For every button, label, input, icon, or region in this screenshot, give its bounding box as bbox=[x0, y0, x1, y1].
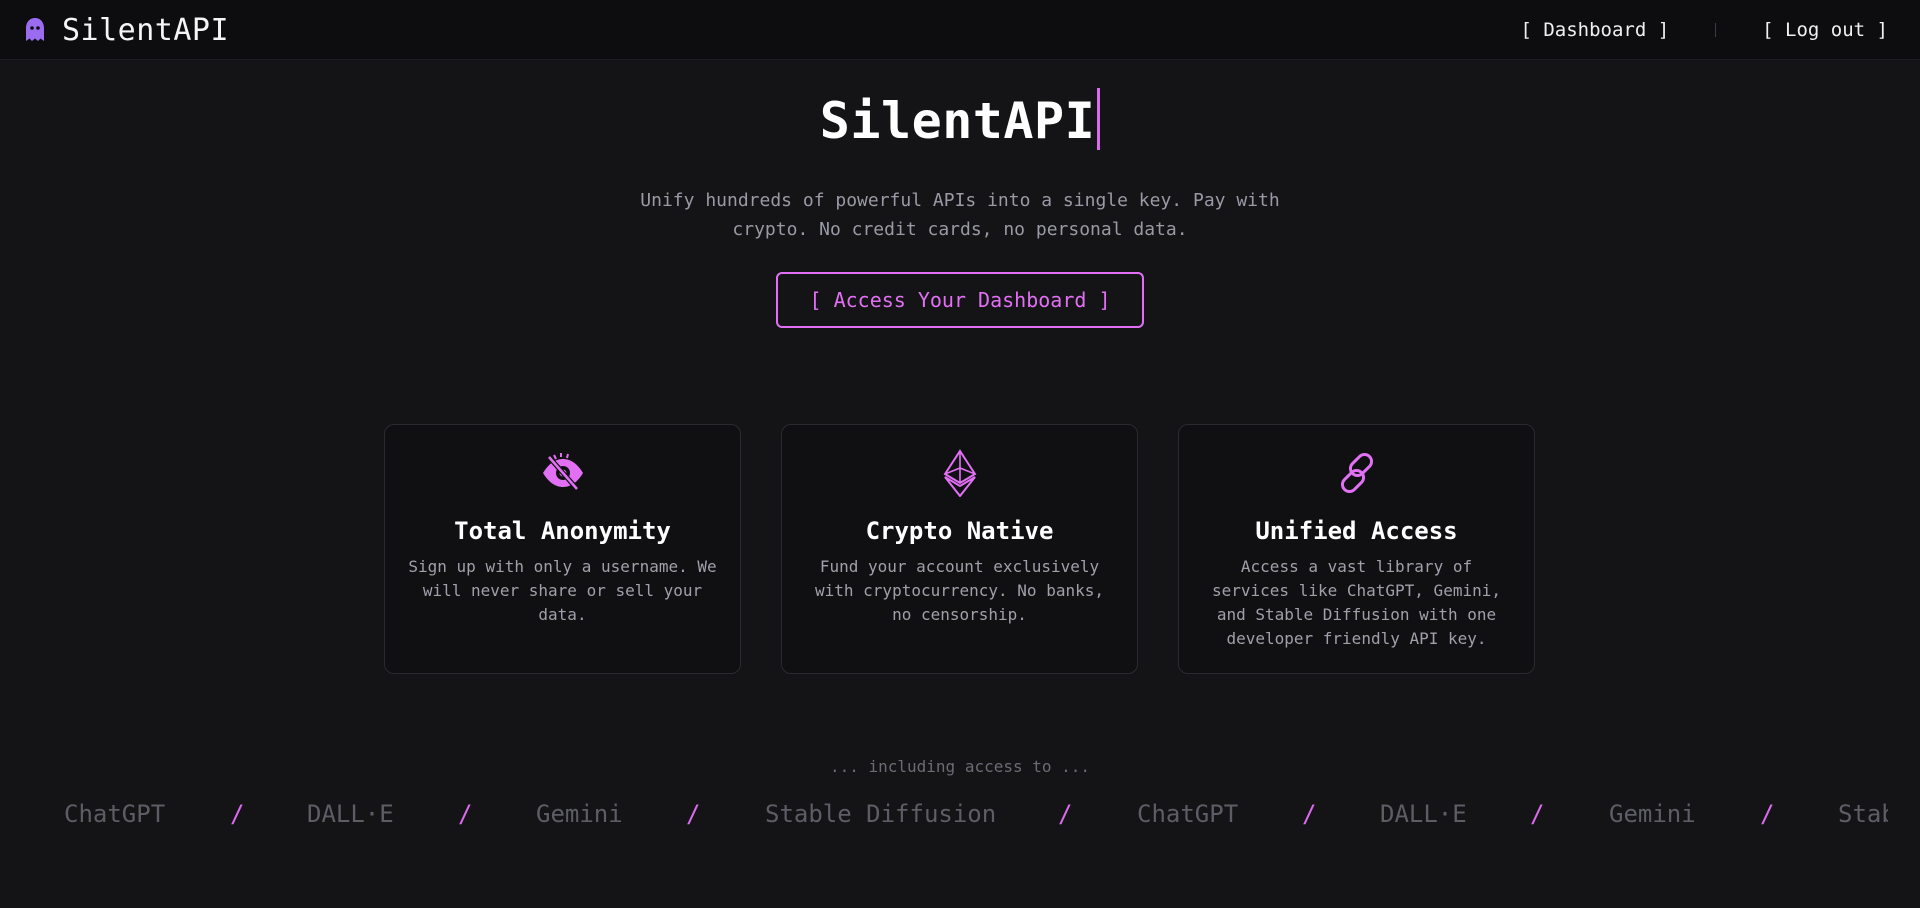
feature-description: Fund your account exclusively with crypt… bbox=[815, 557, 1104, 624]
ticker-separator: / bbox=[1760, 800, 1775, 828]
ghost-icon bbox=[26, 18, 44, 41]
ticker-item: Gemini bbox=[1609, 800, 1696, 828]
feature-title: Total Anonymity bbox=[454, 517, 671, 545]
ticker-item: Gemini bbox=[536, 800, 623, 828]
ticker-separator: / bbox=[1302, 800, 1317, 828]
feature-title: Unified Access bbox=[1255, 517, 1458, 545]
ticker-separator: / bbox=[458, 800, 473, 828]
hero-subtitle-line-2: crypto. No credit cards, no personal dat… bbox=[732, 219, 1188, 240]
ticker-separator: / bbox=[230, 800, 245, 828]
hero-title: SilentAPI bbox=[0, 88, 1920, 150]
feature-card-unified: Unified Access Access a vast library of … bbox=[1178, 424, 1535, 674]
ticker-item: Stable Diffusion bbox=[765, 800, 997, 828]
ticker-separator: / bbox=[686, 800, 701, 828]
feature-card-anonymity: Total Anonymity Sign up with only a user… bbox=[384, 424, 741, 674]
ticker-separator: / bbox=[1058, 800, 1073, 828]
brand-logo-link[interactable]: SilentAPI bbox=[24, 12, 229, 48]
ethereum-icon bbox=[943, 449, 976, 497]
link-icon bbox=[1340, 452, 1373, 494]
ticker-item: ChatGPT bbox=[1137, 800, 1239, 828]
hero-subtitle-line-1: Unify hundreds of powerful APIs into a s… bbox=[640, 190, 1280, 211]
typing-caret bbox=[1097, 88, 1101, 150]
nav-divider bbox=[1715, 23, 1717, 37]
including-access-label: ... including access to ... bbox=[829, 757, 1091, 776]
ticker-item: DALL·E bbox=[1380, 800, 1467, 828]
feature-description: Sign up with only a username. We will ne… bbox=[408, 557, 717, 624]
feature-title: Crypto Native bbox=[865, 517, 1054, 545]
eye-slash-icon bbox=[542, 453, 583, 491]
brand-name: SilentAPI bbox=[62, 12, 230, 48]
nav-links: [ Dashboard ] [ Log out ] bbox=[1520, 0, 1888, 60]
top-navbar: SilentAPI [ Dashboard ] [ Log out ] bbox=[0, 0, 1920, 60]
feature-description: Access a vast library of services like C… bbox=[1212, 557, 1501, 648]
hero-subtitle: Unify hundreds of powerful APIs into a s… bbox=[620, 186, 1300, 244]
model-ticker: ChatGPT / DALL·E / Gemini / Stable Diffu… bbox=[64, 800, 1888, 840]
access-dashboard-button[interactable]: [ Access Your Dashboard ] bbox=[776, 272, 1144, 328]
nav-logout-link[interactable]: [ Log out ] bbox=[1762, 19, 1888, 41]
feature-card-crypto: Crypto Native Fund your account exclusiv… bbox=[781, 424, 1138, 674]
ticker-separator: / bbox=[1530, 800, 1545, 828]
ticker-item: DALL·E bbox=[307, 800, 394, 828]
ticker-item: ChatGPT bbox=[64, 800, 166, 828]
hero-title-text: SilentAPI bbox=[819, 92, 1096, 150]
ticker-item: Stable Diffusion bbox=[1838, 800, 1888, 828]
nav-dashboard-link[interactable]: [ Dashboard ] bbox=[1520, 19, 1669, 41]
